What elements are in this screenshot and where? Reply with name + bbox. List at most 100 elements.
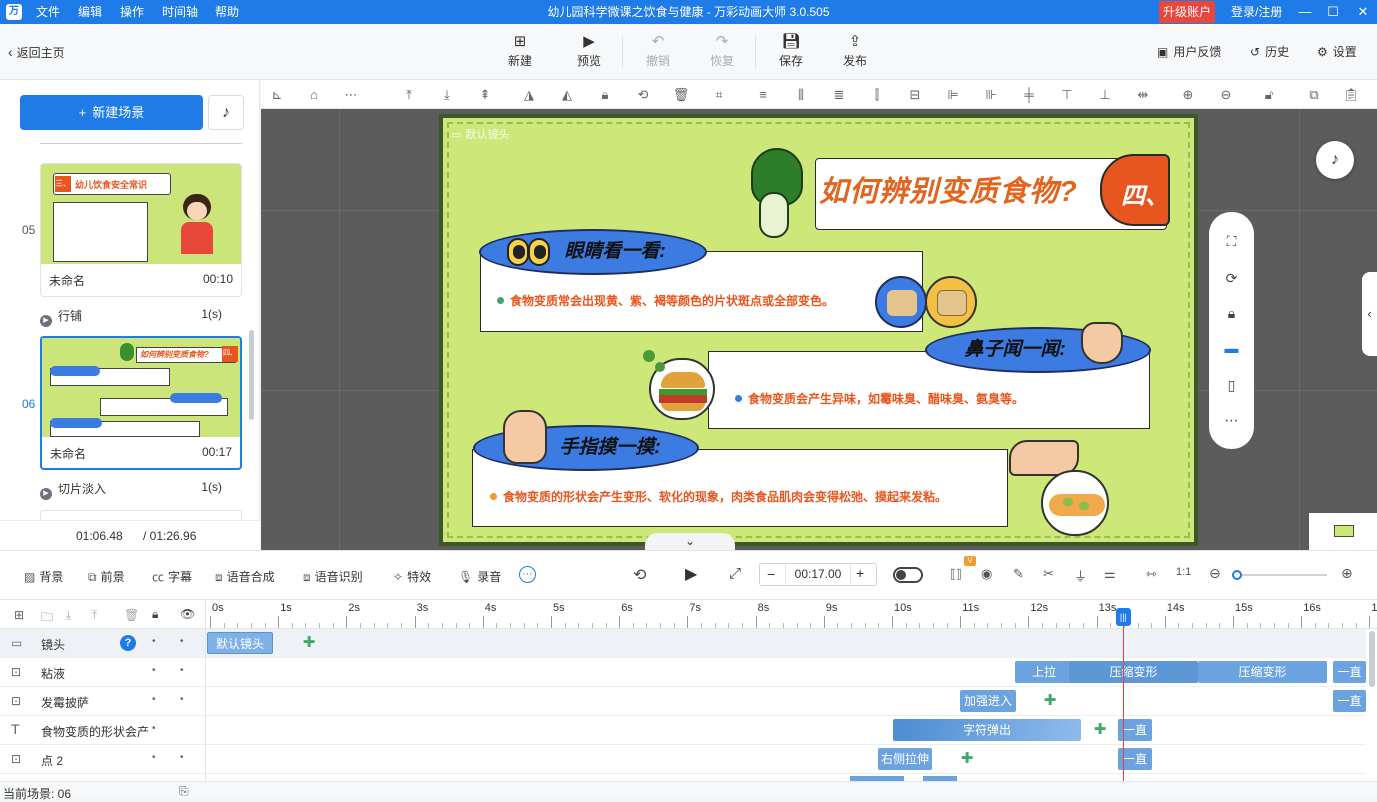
transition-item[interactable]: ▶ 切片淡入 1(s)	[40, 480, 242, 500]
align-left-icon[interactable]: ⊫	[944, 86, 962, 104]
scene-list-scrollbar[interactable]	[249, 330, 254, 420]
zoom-out-icon[interactable]: ⊖	[1217, 86, 1235, 104]
cabbage-illustration[interactable]	[741, 148, 811, 243]
save-button[interactable]: 💾︎ 保存	[766, 32, 816, 69]
close-icon[interactable]: ✕	[1350, 0, 1376, 24]
tracks-scrollbar[interactable]	[1369, 631, 1375, 687]
more-circle-icon[interactable]: ⋯	[342, 86, 360, 104]
timeline-clip[interactable]: 压缩变形	[1069, 661, 1198, 683]
time-input[interactable]: 00:17.00	[785, 564, 851, 585]
zoom-slider[interactable]	[1232, 570, 1327, 580]
lock-dot[interactable]: •	[152, 665, 156, 676]
add-layer-icon[interactable]: ⊞	[14, 608, 24, 622]
music-note-icon[interactable]: ♪	[1316, 141, 1354, 179]
slide-stage[interactable]: ▭ 默认镜头 如何辨别变质食物? 四、 眼睛看一看: 食物变质常会出现黄、紫、褐等…	[439, 114, 1198, 546]
time-ruler[interactable]: 0s 1s 2s 3s 4s 5s 6s 7s 8s 9s 10s 11s 12s 13s 14s 15s 16…	[205, 600, 1377, 630]
zoom-in-icon[interactable]: ⊕	[1341, 565, 1353, 582]
timeline-clip[interactable]: 一直	[1333, 690, 1366, 712]
add-keyframe-icon[interactable]: ✚	[301, 635, 317, 651]
timeline-clip[interactable]: 上拉	[1015, 661, 1073, 683]
space-evenly-icon[interactable]: ⇹	[1134, 86, 1152, 104]
trash-icon[interactable]: 🗑︎	[124, 608, 139, 622]
lock-dot[interactable]: •	[152, 752, 156, 763]
lock-icon[interactable]: 🔒︎	[152, 607, 158, 622]
visibility-dot[interactable]: •	[180, 665, 184, 676]
lock-dot[interactable]: •	[152, 723, 156, 734]
foreground-tool[interactable]: ⧉ 前景	[88, 568, 125, 585]
time-stepper[interactable]: − 00:17.00 +	[759, 563, 877, 586]
more-icon[interactable]: ⋯	[1209, 412, 1254, 429]
add-folder-icon[interactable]: 🗀︎	[41, 608, 53, 629]
redo-button[interactable]: ↷ 恢复	[697, 32, 747, 69]
new-scene-button[interactable]: + 新建场景	[20, 95, 203, 130]
menu-timeline[interactable]: 时间轴	[162, 0, 198, 24]
back-home-button[interactable]: ‹ 返回主页	[8, 44, 65, 61]
timeline-clip[interactable]: 字符弹出	[893, 719, 1081, 741]
section-nose-text[interactable]: 食物变质会产生异味，如霉味臭、醋味臭、氨臭等。	[735, 390, 1024, 407]
menu-help[interactable]: 帮助	[215, 0, 239, 24]
subtitle-tool[interactable]: ㏄字幕	[152, 568, 192, 585]
lock-dot[interactable]: •	[152, 636, 156, 647]
plus-icon[interactable]: +	[856, 565, 864, 581]
settings-link[interactable]: ⚙ 设置	[1317, 43, 1357, 60]
lock-dot[interactable]: •	[152, 694, 156, 705]
collapse-right-panel[interactable]: ‹	[1362, 272, 1377, 356]
preview-button[interactable]: ▶ 预览	[564, 32, 614, 69]
section-touch-text[interactable]: 食物变质的形状会产生变形、软化的现象，肉类食品肌肉会变得松弛、摸起来发粘。	[490, 488, 947, 505]
bring-top-icon[interactable]: ⤒	[400, 86, 418, 104]
copy-icon[interactable]: ⧉	[1305, 86, 1323, 104]
sliders-icon[interactable]: ⚌	[1104, 566, 1116, 582]
slide-title[interactable]: 如何辨别变质食物?	[819, 168, 1078, 210]
history-link[interactable]: ↺ 历史	[1250, 43, 1289, 60]
transition-item[interactable]: ▶ 行铺 1(s)	[40, 307, 242, 327]
rotate-canvas-icon[interactable]: ⟳	[1209, 270, 1254, 287]
more-tools-icon[interactable]: ⋯	[519, 566, 536, 583]
undo-button[interactable]: ↶ 撤销	[633, 32, 683, 69]
align-center-icon[interactable]: ╪	[1020, 86, 1038, 104]
new-button[interactable]: ⊞ 新建	[495, 32, 545, 69]
add-keyframe-icon[interactable]: ✚	[1042, 693, 1058, 709]
timeline-clip[interactable]: 一直	[1333, 661, 1366, 683]
align-bottom-icon[interactable]: ≣	[830, 86, 848, 104]
timeline-clip[interactable]: 加强进入	[960, 690, 1016, 712]
scene-card-06[interactable]: 如何辨别变质食物? 四、 未命名 00:17	[40, 336, 242, 470]
section-eye-text[interactable]: 食物变质常会出现黄、紫、褐等颜色的片状斑点或全部变色。	[497, 292, 834, 309]
background-tool[interactable]: ▨ 背景	[24, 568, 63, 585]
keyframe-icon[interactable]: ⟦⟧	[950, 567, 962, 581]
menu-edit[interactable]: 编辑	[78, 0, 102, 24]
playhead[interactable]: |||	[1115, 608, 1131, 786]
move-up-icon[interactable]: ⤒	[92, 608, 97, 623]
music-note-icon[interactable]: ♪	[208, 95, 244, 130]
collapse-toggle[interactable]: ⌄	[645, 533, 735, 550]
delete-icon[interactable]: 🗑︎	[672, 86, 690, 104]
flip-vertical-icon[interactable]: ◭	[558, 86, 576, 104]
minus-icon[interactable]: −	[767, 566, 775, 582]
home-icon[interactable]: ⌂	[305, 86, 323, 104]
camera-icon[interactable]: ◉	[981, 566, 992, 582]
send-bottom-icon[interactable]: ⤓	[438, 86, 456, 104]
lock-icon[interactable]: 🔒︎	[1209, 305, 1254, 322]
layer-up-icon[interactable]: ⇞	[476, 86, 494, 104]
menu-file[interactable]: 文件	[36, 0, 60, 24]
align-middle-icon[interactable]: ⫼	[792, 86, 810, 104]
zoom-out-icon[interactable]: ⊖	[1209, 565, 1221, 582]
visibility-dot[interactable]: •	[180, 636, 184, 647]
clipboard-icon[interactable]: ⎘	[179, 784, 189, 799]
visibility-dot[interactable]: •	[180, 694, 184, 705]
fit-screen-icon[interactable]: ⛶	[1209, 233, 1254, 250]
timeline-clip[interactable]: 右侧拉伸	[878, 748, 932, 770]
tts-tool[interactable]: ⧈ 语音合成	[215, 568, 275, 585]
lock-icon[interactable]: 🔒︎	[596, 86, 614, 104]
align-right-icon[interactable]: ⊪	[982, 86, 1000, 104]
visibility-dot[interactable]: •	[180, 752, 184, 763]
maximize-icon[interactable]: ☐	[1320, 0, 1346, 24]
speech-recognition-tool[interactable]: ⧈ 语音识别	[303, 568, 363, 585]
play-icon[interactable]: ▶	[685, 564, 697, 584]
edit-icon[interactable]: ✎	[1013, 566, 1024, 582]
record-tool[interactable]: 🎙︎ 录音	[458, 568, 501, 585]
paste-icon[interactable]: 📋︎	[1342, 86, 1360, 104]
replay-icon[interactable]: ⟲	[633, 565, 646, 585]
minimap[interactable]	[1309, 513, 1377, 550]
menu-operate[interactable]: 操作	[120, 0, 144, 24]
fullscreen-icon[interactable]: ⤢	[729, 565, 741, 582]
